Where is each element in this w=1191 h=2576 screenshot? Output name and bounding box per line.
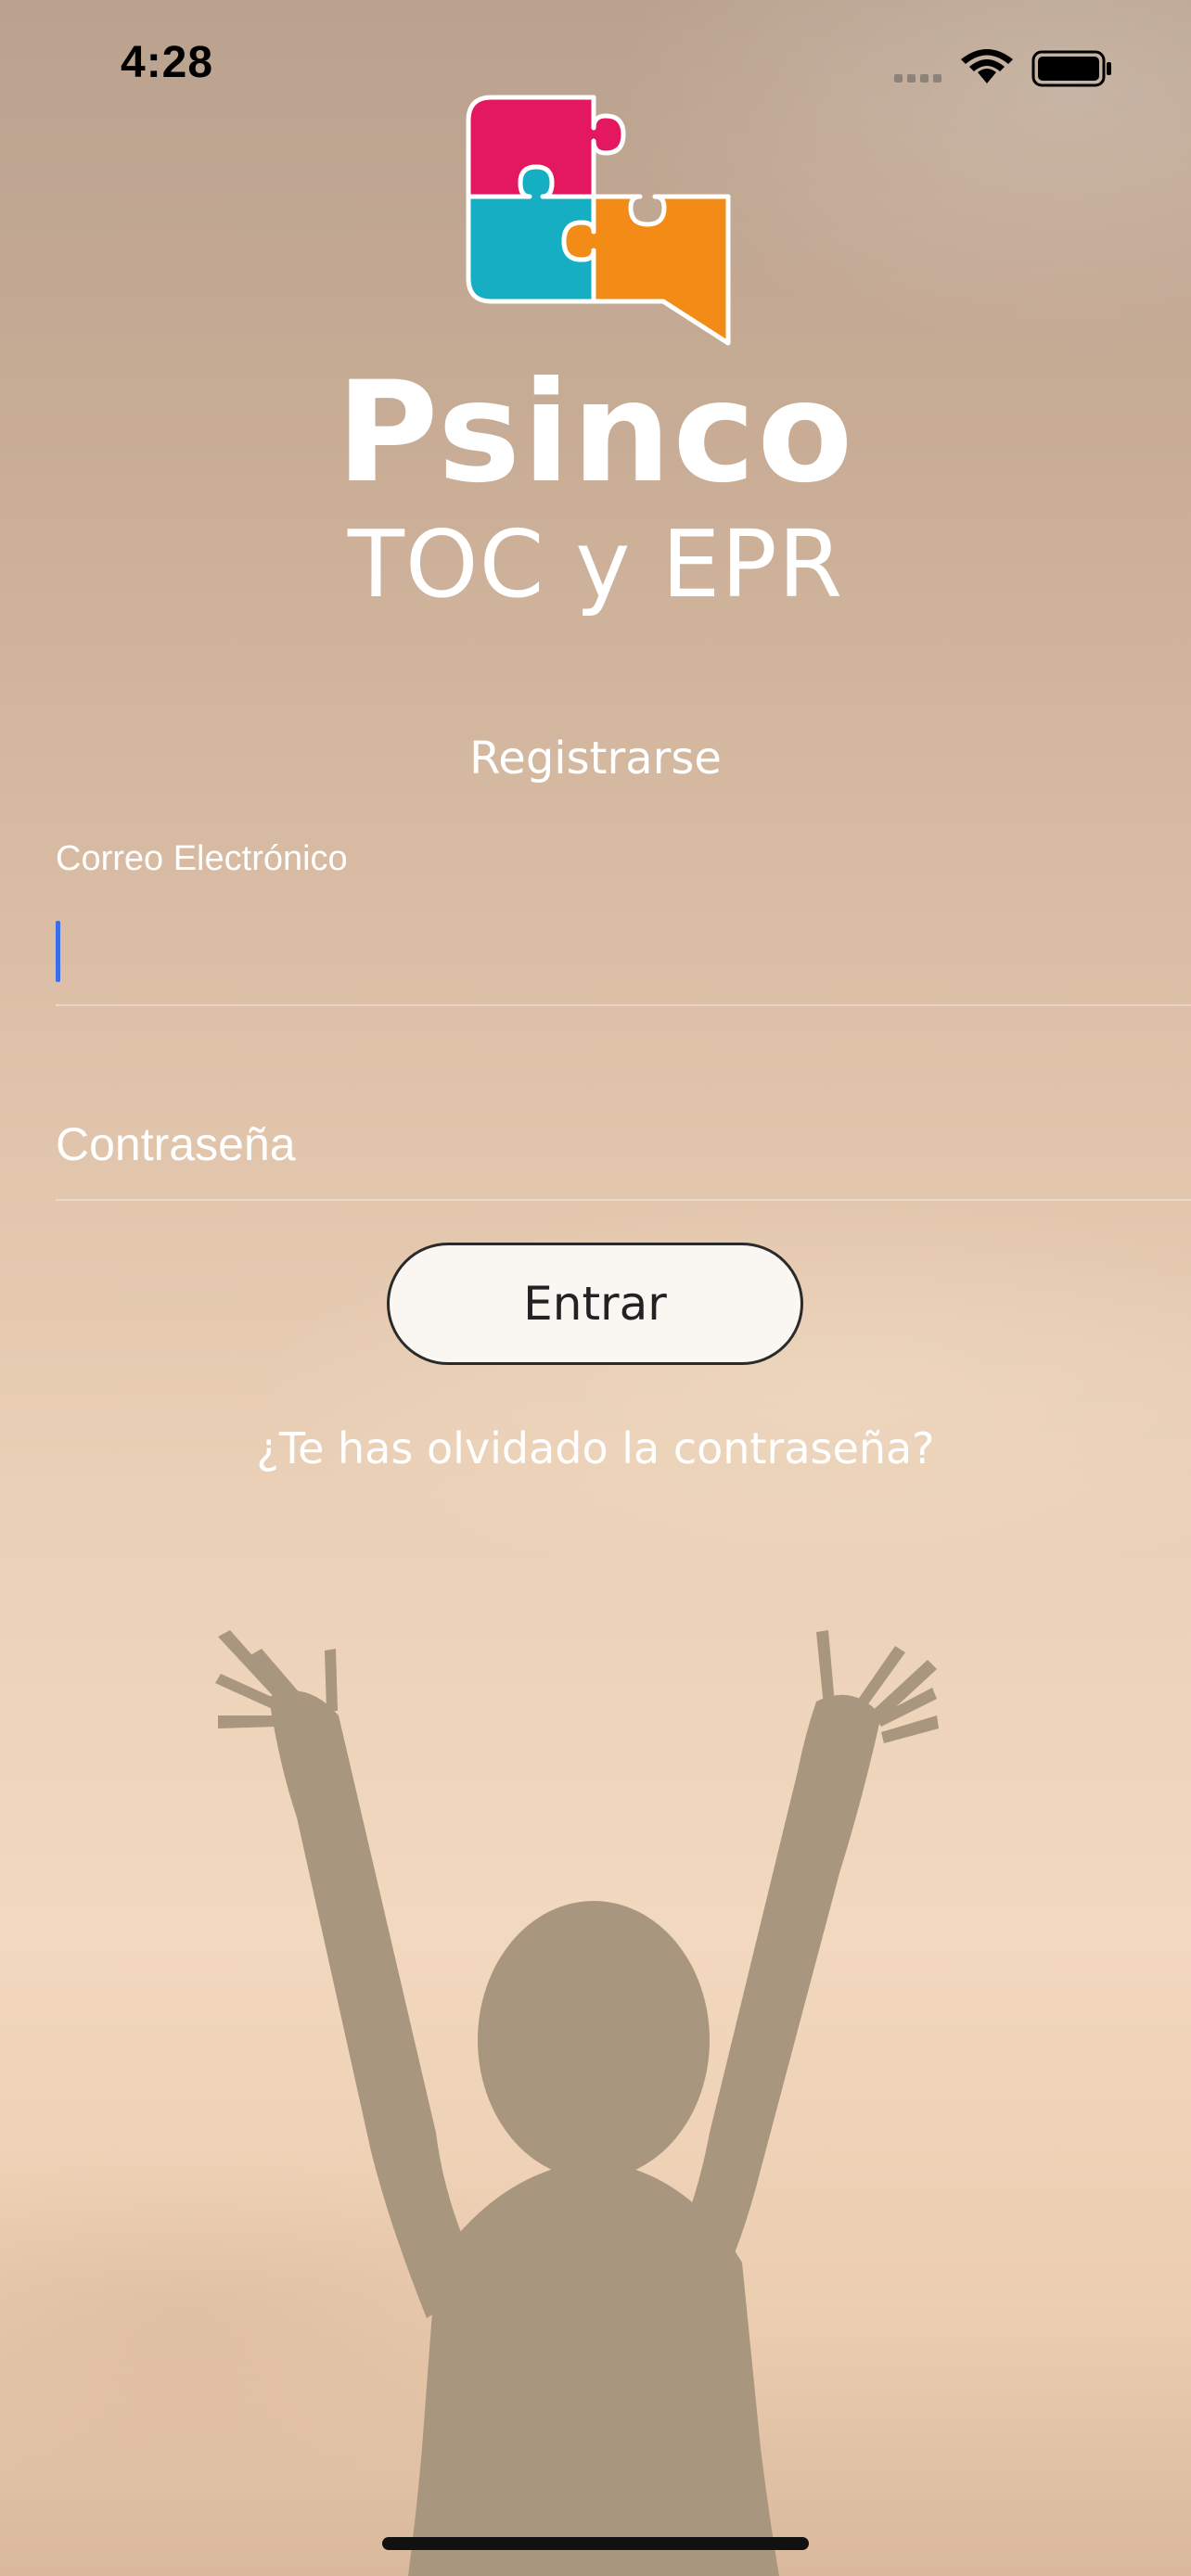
enter-button[interactable]: Entrar	[387, 1243, 803, 1365]
text-caret	[56, 921, 60, 982]
password-field[interactable]	[56, 1090, 1191, 1201]
status-icons	[894, 49, 1111, 87]
forgot-password-link[interactable]: ¿Te has olvidado la contraseña?	[0, 1423, 1191, 1473]
email-label: Correo Electrónico	[56, 839, 348, 878]
home-indicator[interactable]	[382, 2537, 809, 2550]
login-screen: 4:28 Psinco TOC y EPR Registrarse Correo…	[0, 0, 1191, 2576]
register-link[interactable]: Registrarse	[0, 733, 1191, 784]
password-input[interactable]	[56, 1090, 1191, 1199]
puzzle-logo	[466, 95, 731, 346]
signal-icon	[894, 74, 941, 83]
status-time: 4:28	[121, 38, 214, 87]
battery-icon	[1031, 50, 1111, 87]
raised-arms-silhouette	[215, 1630, 939, 2576]
app-subtitle: TOC y EPR	[347, 510, 844, 618]
email-field[interactable]	[56, 904, 1191, 1006]
wifi-icon	[961, 49, 1013, 83]
email-input[interactable]	[56, 904, 1191, 1006]
app-title: Psinco	[336, 352, 855, 514]
